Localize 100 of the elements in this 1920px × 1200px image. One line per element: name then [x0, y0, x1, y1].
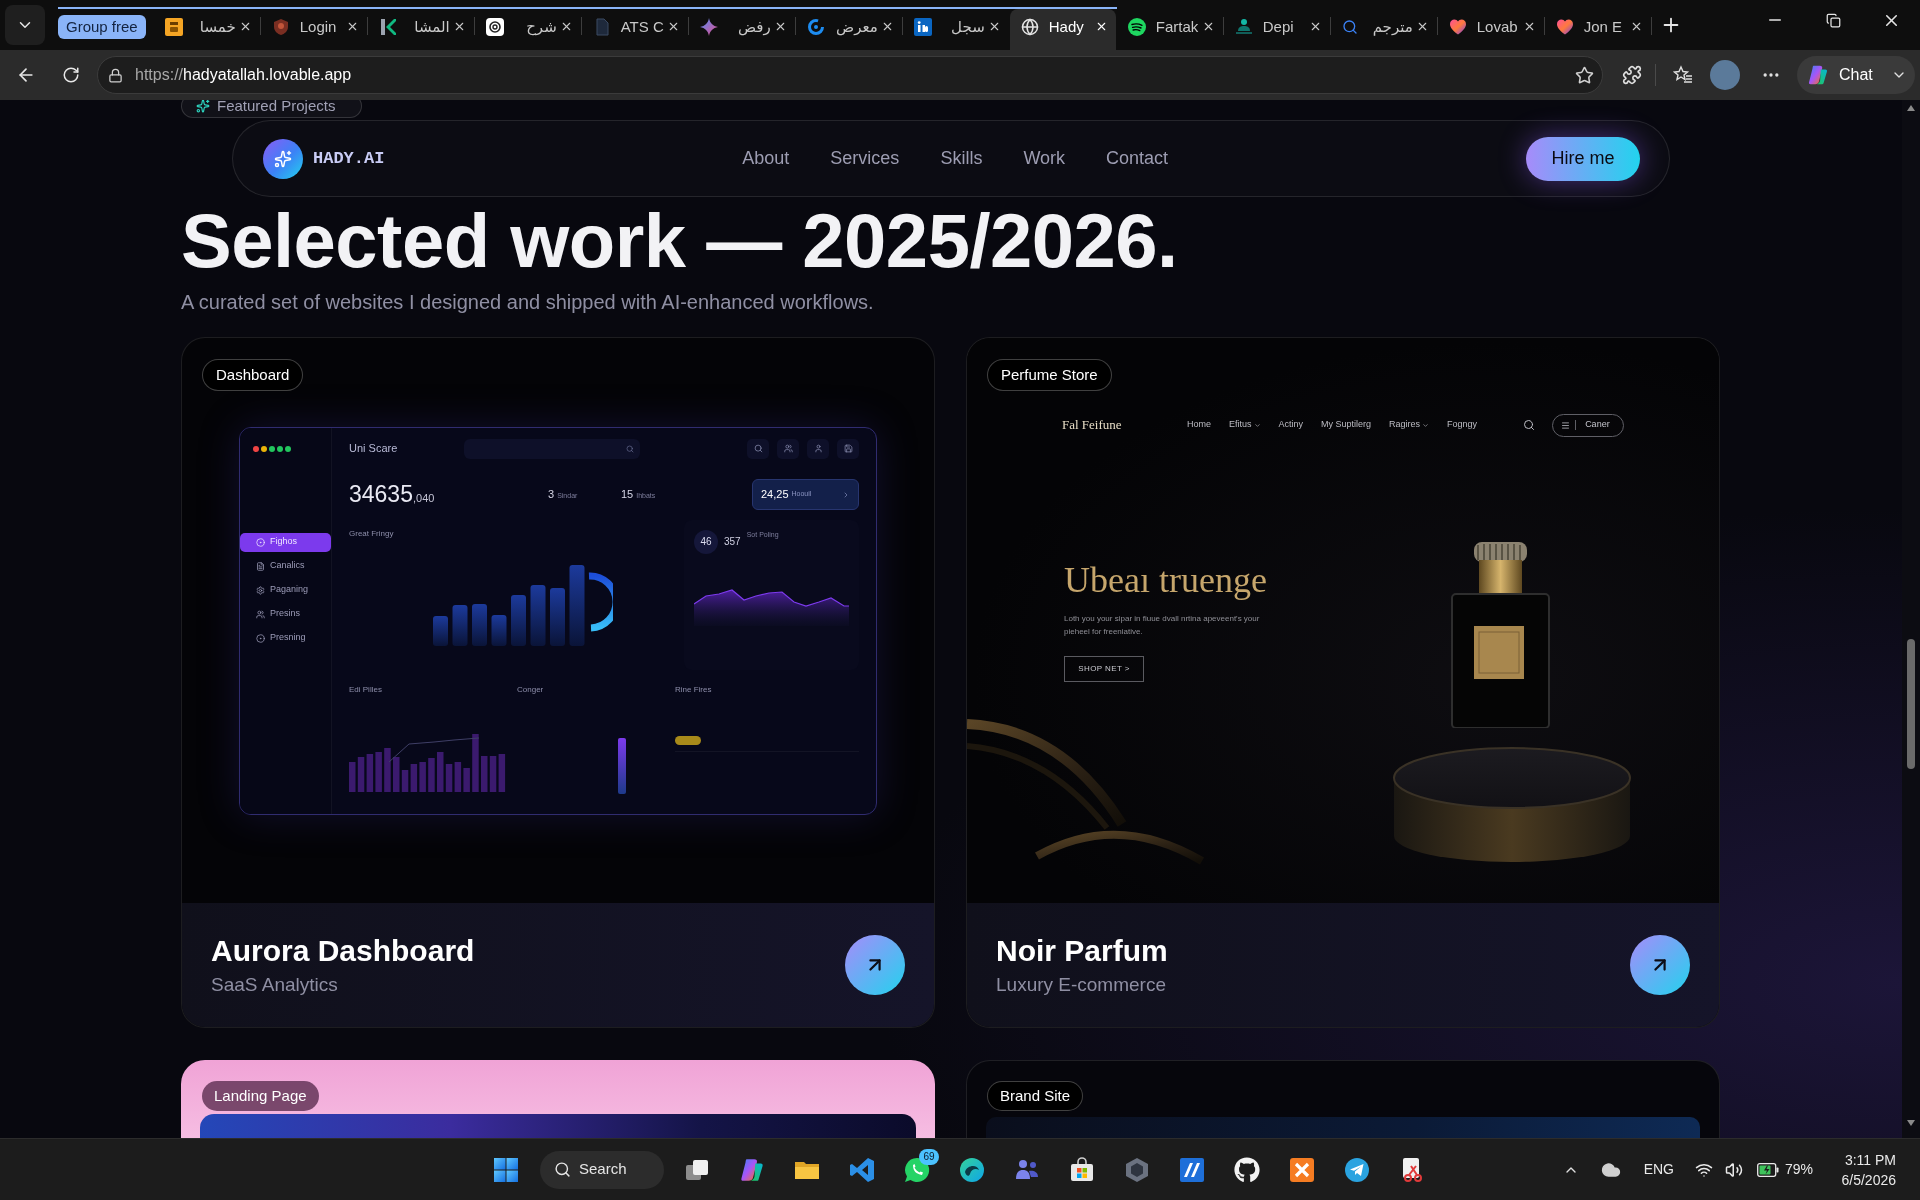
chart-bar [550, 587, 565, 646]
browser-tab[interactable]: Lovab [1437, 9, 1544, 50]
shop-button[interactable]: SHOP NET > [1064, 656, 1144, 682]
sidebar-item[interactable]: Presning [240, 628, 331, 648]
hexagon-icon[interactable] [1124, 1156, 1150, 1183]
chart-bar [433, 615, 448, 646]
sidebar-item[interactable]: Presins [240, 604, 331, 624]
tab-group-label[interactable]: Group free [58, 15, 146, 39]
sparkle-icon [196, 100, 210, 113]
code-editor-icon[interactable] [849, 1156, 875, 1183]
browser-tab[interactable]: Fartak [1116, 9, 1223, 50]
address-field[interactable]: https://hadyatallah.lovable.app [97, 56, 1603, 94]
open-project-button[interactable] [845, 935, 905, 995]
cross-tile-icon[interactable] [1289, 1156, 1315, 1183]
hire-me-button[interactable]: Hire me [1526, 136, 1640, 181]
ring-icon [806, 17, 825, 36]
user-icon[interactable] [807, 438, 829, 459]
clock-time[interactable]: 3:11 PM [1844, 1149, 1896, 1170]
avatar-placeholder[interactable] [1710, 60, 1740, 90]
browser-tab[interactable]: معرض [795, 9, 902, 50]
person-icon [1234, 17, 1253, 36]
scroll-up-arrow-icon[interactable] [1907, 105, 1915, 111]
chart-bar [428, 757, 435, 792]
battery-level: 79% [1784, 1160, 1813, 1179]
browser-tab[interactable]: Hady [1009, 9, 1116, 50]
project-title: Aurora Dashboard [211, 933, 475, 969]
restore-icon[interactable] [1825, 12, 1841, 28]
menu-icon [1561, 420, 1571, 430]
extensions-icon[interactable] [1622, 65, 1642, 85]
nav-link[interactable]: Skills [940, 145, 983, 172]
highlight-value: 24,25 [761, 487, 789, 503]
cat-logo-icon[interactable] [1234, 1156, 1260, 1183]
sidebar-item[interactable]: Fighos [240, 532, 331, 552]
chat-button[interactable]: Chat [1797, 56, 1915, 94]
logo-text[interactable]: HADY.AI [313, 145, 385, 172]
store-logo: Fal Feifune [1062, 416, 1123, 435]
lock-icon [108, 67, 123, 83]
browser-tab[interactable]: ATS C [581, 9, 688, 50]
sidebar-item[interactable]: Paganing [240, 580, 331, 600]
store-nav-link[interactable]: Actiny [1278, 418, 1304, 432]
browser-tab[interactable]: Depi [1223, 9, 1330, 50]
slash-tile-icon[interactable] [1179, 1156, 1205, 1183]
browser-tab[interactable]: سجل [902, 9, 1009, 50]
save-icon[interactable] [837, 438, 859, 459]
users-icon[interactable] [777, 438, 799, 459]
stat-value: 15 [621, 487, 634, 503]
browser-tab[interactable]: خمسا [153, 9, 260, 50]
search-icon[interactable] [1523, 419, 1536, 431]
browser-tab[interactable]: مترجم [1330, 9, 1437, 50]
chart-bar [384, 747, 391, 792]
store-nav-link[interactable]: Ragires [1389, 418, 1430, 432]
search-icon[interactable] [747, 438, 769, 459]
chart-bar [491, 614, 507, 646]
battery-charging-icon[interactable] [1756, 1162, 1779, 1177]
sound-waves-icon [1127, 17, 1146, 36]
shield-icon [271, 17, 290, 36]
browser-tab[interactable]: المشا [367, 9, 474, 50]
open-project-button[interactable] [1630, 935, 1690, 995]
store-nav-link[interactable]: Efitus [1229, 418, 1261, 432]
browser-tab[interactable]: شرح [474, 9, 581, 50]
nav-link[interactable]: Contact [1106, 145, 1169, 172]
chart-bar [452, 604, 468, 646]
colorful-swirl-icon[interactable] [1807, 64, 1829, 86]
favorite-star-icon[interactable] [1575, 65, 1594, 85]
chart-bar [618, 737, 626, 794]
logo-tile-icon [913, 17, 932, 36]
store-nav-link[interactable]: Home [1187, 418, 1211, 432]
browser-tab[interactable]: Jon E [1544, 9, 1651, 50]
store-nav-link[interactable]: Fogngy [1447, 418, 1478, 432]
date-text[interactable]: 6/5/2026 [1841, 1169, 1896, 1190]
nav-link[interactable]: Work [1023, 145, 1066, 172]
globe-icon [1020, 17, 1039, 36]
favorites-icon[interactable] [1673, 65, 1693, 85]
paper-plane-icon[interactable] [1344, 1156, 1370, 1183]
browser-tab[interactable]: رفض [688, 9, 795, 50]
nav-link[interactable]: About [742, 145, 790, 172]
language-indicator[interactable]: ENG [1643, 1159, 1674, 1180]
wave-logo-icon[interactable] [959, 1156, 985, 1183]
category-badge: Perfume Store [987, 359, 1112, 391]
store-nav-link[interactable]: My Suptilerg [1321, 418, 1372, 432]
shopping-bag-icon[interactable] [1069, 1156, 1095, 1183]
app-tile-icon [164, 17, 183, 36]
search-button[interactable]: Search [540, 1150, 664, 1189]
nav-link[interactable]: Services [830, 145, 900, 172]
scrollbar-thumb[interactable] [1907, 639, 1915, 769]
refresh-icon[interactable] [62, 66, 80, 84]
scroll-down-arrow-icon[interactable] [1907, 1120, 1915, 1126]
colorful-swirl-icon[interactable] [739, 1156, 765, 1183]
page-subheading: A curated set of websites I designed and shipped with AI-enhanced workflows. [181, 290, 874, 315]
score-total: 357 [724, 535, 741, 549]
start-icon[interactable] [493, 1156, 519, 1183]
total-value: 34635 [349, 482, 413, 506]
target-icon [256, 537, 265, 547]
sidebar-item[interactable]: Canalics [240, 556, 331, 576]
app-name: Uni Scare [349, 441, 399, 457]
donut-arc [588, 572, 613, 631]
search-icon [554, 1161, 571, 1178]
search-field[interactable] [464, 438, 640, 459]
speaker-icon[interactable] [1724, 1160, 1743, 1179]
browser-tab[interactable]: Login [260, 9, 367, 50]
